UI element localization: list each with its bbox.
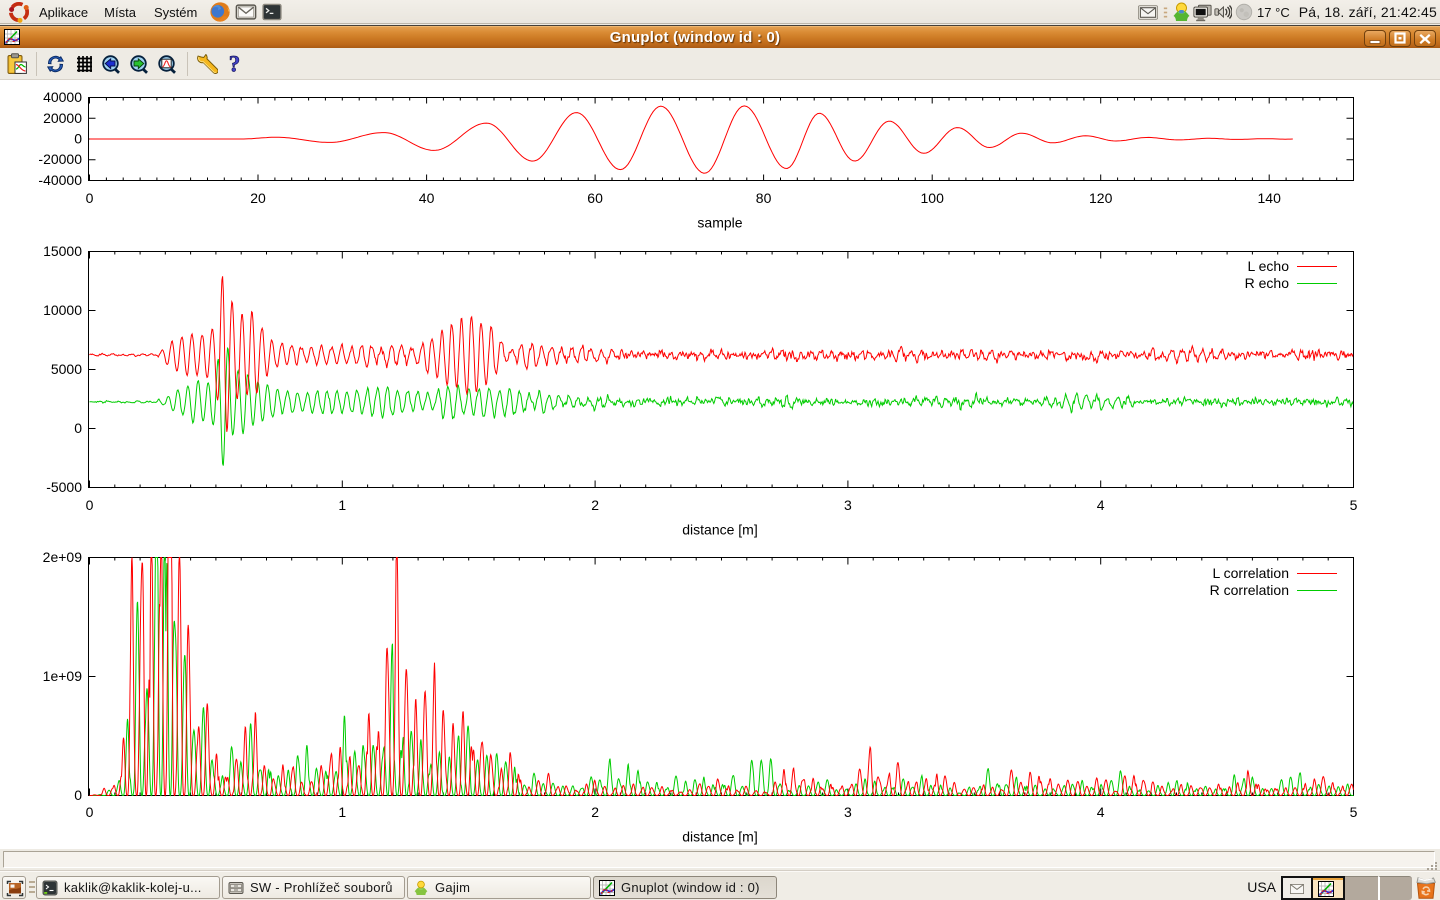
- svg-text:5: 5: [1350, 804, 1358, 820]
- svg-text:1: 1: [338, 497, 346, 513]
- svg-text:20: 20: [250, 190, 266, 206]
- svg-text:0: 0: [86, 497, 94, 513]
- svg-text:100: 100: [921, 190, 945, 206]
- svg-text:2: 2: [591, 497, 599, 513]
- svg-text:20000: 20000: [43, 110, 82, 126]
- svg-text:0: 0: [74, 420, 82, 436]
- svg-text:?: ?: [229, 53, 241, 76]
- svg-text:15000: 15000: [43, 243, 82, 259]
- svg-text:140: 140: [1258, 190, 1282, 206]
- svg-text:1e+09: 1e+09: [43, 668, 83, 684]
- svg-text:sample: sample: [697, 215, 742, 231]
- svg-text:4: 4: [1097, 497, 1105, 513]
- svg-text:120: 120: [1089, 190, 1113, 206]
- svg-text:10000: 10000: [43, 302, 82, 318]
- svg-text:L echo: L echo: [1247, 258, 1289, 274]
- svg-text:3: 3: [844, 497, 852, 513]
- svg-text:80: 80: [756, 190, 772, 206]
- svg-text:-5000: -5000: [46, 479, 82, 495]
- svg-text:2e+09: 2e+09: [43, 549, 83, 565]
- svg-text:R echo: R echo: [1245, 275, 1290, 291]
- svg-text:0: 0: [74, 787, 82, 803]
- svg-text:2: 2: [591, 804, 599, 820]
- svg-text:0: 0: [86, 804, 94, 820]
- svg-text:1: 1: [338, 804, 346, 820]
- svg-text:40000: 40000: [43, 89, 82, 105]
- svg-text:3: 3: [844, 804, 852, 820]
- svg-text:60: 60: [587, 190, 603, 206]
- svg-text:5000: 5000: [51, 361, 82, 377]
- svg-text:distance [m]: distance [m]: [682, 522, 757, 538]
- svg-text:R correlation: R correlation: [1210, 582, 1289, 598]
- svg-text:L correlation: L correlation: [1212, 565, 1289, 581]
- svg-text:0: 0: [86, 190, 94, 206]
- svg-text:-20000: -20000: [38, 151, 82, 167]
- svg-text:40: 40: [419, 190, 435, 206]
- svg-text:distance [m]: distance [m]: [682, 829, 757, 845]
- svg-text:4: 4: [1097, 804, 1105, 820]
- svg-text:5: 5: [1350, 497, 1358, 513]
- svg-text:-40000: -40000: [38, 172, 82, 188]
- svg-text:0: 0: [74, 131, 82, 147]
